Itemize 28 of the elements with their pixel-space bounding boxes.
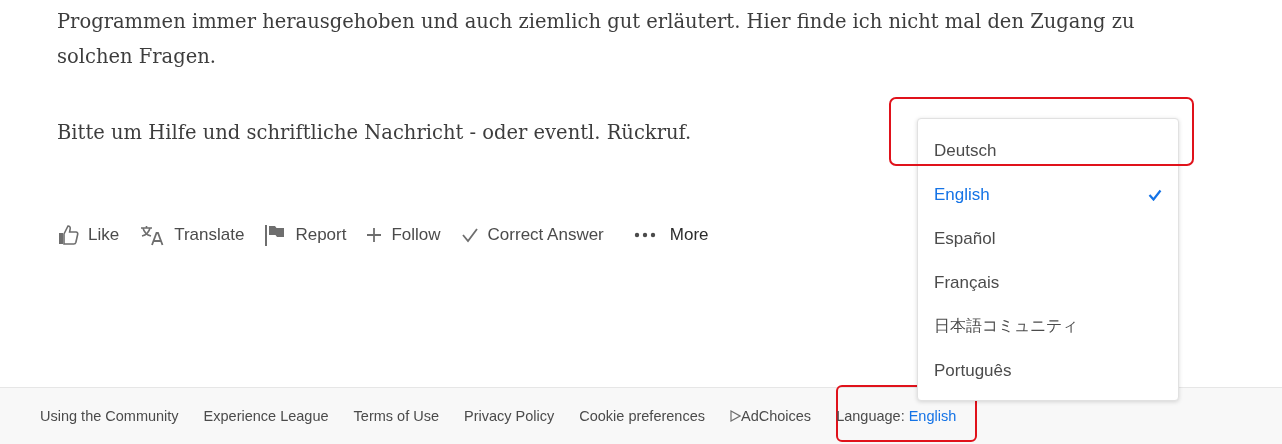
language-option[interactable]: Español	[918, 217, 1178, 261]
translate-icon	[139, 224, 166, 246]
flag-icon	[264, 223, 287, 247]
report-button[interactable]: Report	[264, 223, 347, 247]
plus-icon	[366, 227, 383, 243]
language-link[interactable]: English	[908, 408, 957, 424]
footer-link[interactable]: Experience League	[203, 408, 329, 424]
footer-link[interactable]: Cookie preferences	[579, 408, 705, 424]
more-icon	[633, 232, 656, 238]
post-paragraph: Programmen immer herausgehoben und auch ziemlich gut erläutert. Hier finde ich nicht mal den Zugang zu solchen Fragen.	[57, 9, 1136, 70]
more-button[interactable]: More	[633, 225, 709, 245]
follow-button[interactable]: Follow	[366, 225, 441, 245]
language-option[interactable]: 日本語コミュニティ	[918, 305, 1178, 349]
language-option[interactable]: Français	[918, 261, 1178, 305]
checkmark-icon	[460, 227, 479, 243]
language-option[interactable]: Português	[918, 349, 1178, 393]
play-icon	[730, 410, 741, 422]
thumbs-up-icon	[57, 224, 79, 246]
language-option[interactable]: Deutsch	[918, 129, 1178, 173]
footer-link[interactable]: Using the Community	[40, 408, 179, 424]
language-option[interactable]: English	[918, 173, 1178, 217]
correct-button[interactable]: Correct Answer	[460, 225, 604, 245]
checkmark-icon	[1148, 188, 1162, 201]
translate-button[interactable]: Translate	[139, 224, 245, 246]
footer-link[interactable]: Terms of Use	[353, 408, 439, 424]
footer-link[interactable]: AdChoices	[730, 408, 812, 424]
footer-link[interactable]: Privacy Policy	[464, 408, 555, 424]
like-button[interactable]: Like	[57, 224, 120, 246]
